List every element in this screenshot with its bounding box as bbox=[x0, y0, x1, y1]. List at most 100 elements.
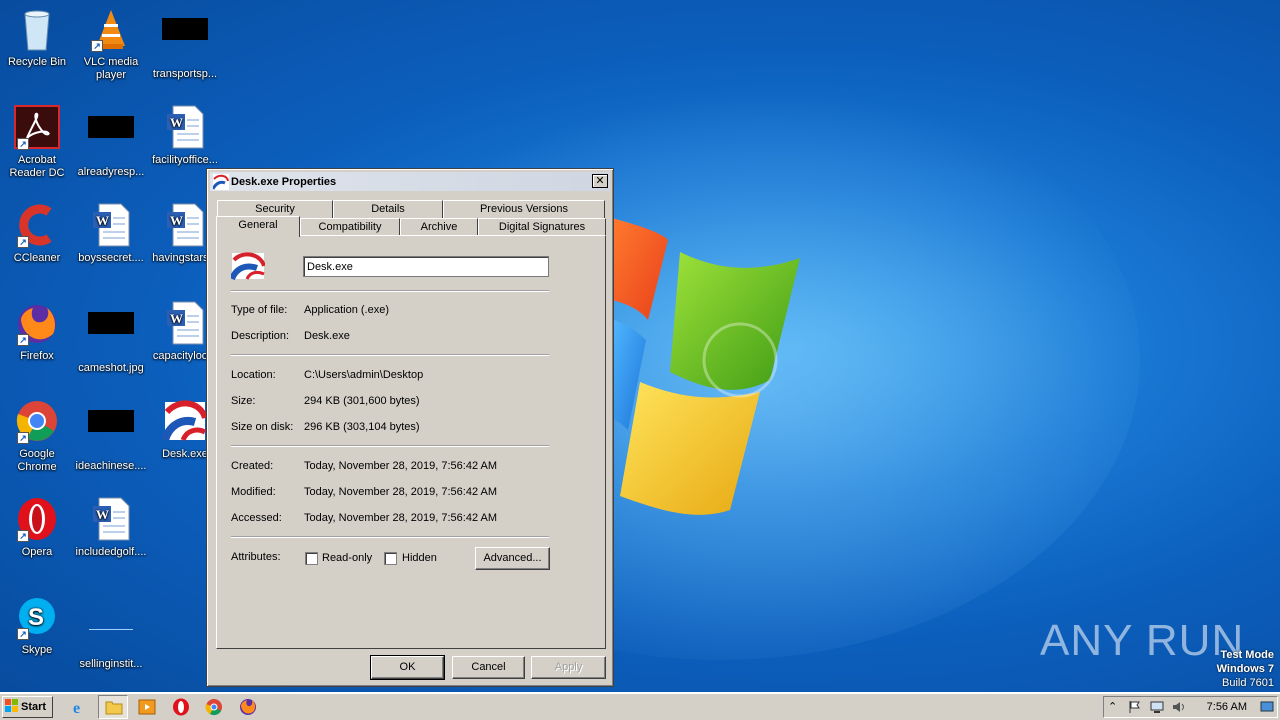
desk-exe-icon bbox=[231, 252, 265, 280]
desk-exe-icon bbox=[213, 173, 229, 190]
apply-button[interactable]: Apply bbox=[531, 656, 606, 679]
svg-text:e: e bbox=[73, 700, 80, 716]
desktop-icon-ideachinese[interactable]: ideachinese.... bbox=[74, 398, 148, 473]
volume-icon[interactable] bbox=[1172, 700, 1186, 714]
anyrun-watermark: ANY RUN bbox=[1040, 616, 1245, 665]
shortcut-arrow-icon: ↗ bbox=[17, 236, 29, 248]
desktop-icon-label: includedgolf.... bbox=[75, 546, 147, 558]
desktop-icon-chrome[interactable]: ↗ Google Chrome bbox=[0, 398, 74, 474]
desktop-icon-label: boyssecret.... bbox=[78, 252, 144, 264]
shortcut-arrow-icon: ↗ bbox=[17, 334, 29, 346]
desktop-icon-vlc[interactable]: ↗ VLC media player bbox=[74, 6, 148, 82]
separator bbox=[231, 354, 549, 356]
desktop-icon-label: Recycle Bin bbox=[7, 56, 67, 68]
accessed-label: Accessed: bbox=[231, 512, 282, 524]
hidden-checkbox[interactable] bbox=[384, 552, 397, 565]
advanced-button[interactable]: Advanced... bbox=[475, 547, 550, 570]
word-document-icon: W bbox=[167, 301, 204, 345]
ok-button[interactable]: OK bbox=[370, 655, 445, 680]
desktop-icon-transportsp[interactable]: transportsp... bbox=[148, 6, 222, 81]
general-tab-panel: Type of file: Application (.exe) Descrip… bbox=[216, 235, 606, 649]
desktop-icon-label: alreadyresp... bbox=[77, 166, 145, 178]
chrome-icon[interactable] bbox=[205, 698, 223, 716]
taskbar-active-explorer-button[interactable] bbox=[98, 695, 128, 719]
start-label: Start bbox=[21, 701, 47, 713]
firefox-icon[interactable] bbox=[239, 698, 257, 716]
readonly-checkbox[interactable] bbox=[305, 552, 318, 565]
modified-label: Modified: bbox=[231, 486, 276, 498]
svg-text:W: W bbox=[170, 115, 183, 130]
tab-archive[interactable]: Archive bbox=[400, 218, 478, 236]
windows-flag-icon bbox=[5, 699, 18, 712]
desktop-icon-recycle-bin[interactable]: Recycle Bin bbox=[0, 6, 74, 69]
separator bbox=[231, 290, 549, 292]
blank-thumbnail bbox=[89, 608, 133, 630]
desktop-icon-alreadyresp[interactable]: alreadyresp... bbox=[74, 104, 148, 179]
black-thumbnail bbox=[88, 116, 134, 138]
network-icon[interactable] bbox=[1150, 700, 1164, 714]
desktop-icon-sellinginstit[interactable]: sellinginstit... bbox=[74, 594, 148, 671]
show-desktop-icon[interactable] bbox=[1260, 700, 1274, 714]
description-label: Description: bbox=[231, 330, 290, 342]
file-name-field[interactable] bbox=[303, 256, 549, 277]
word-document-icon: W bbox=[93, 497, 130, 541]
location-label: Location: bbox=[231, 369, 276, 381]
tab-previous-versions[interactable]: Previous Versions bbox=[443, 200, 605, 218]
desktop-icon-includedgolf[interactable]: W includedgolf.... bbox=[74, 496, 148, 559]
test-mode-line: Test Mode bbox=[1220, 649, 1274, 661]
desktop-icon-acrobat[interactable]: ↗ Acrobat Reader DC bbox=[0, 104, 74, 180]
opera-icon[interactable] bbox=[172, 698, 190, 716]
desktop-icon-label: Google Chrome bbox=[17, 448, 57, 473]
start-button[interactable]: Start bbox=[2, 696, 53, 718]
svg-text:W: W bbox=[170, 311, 183, 326]
attributes-label: Attributes: bbox=[231, 551, 281, 563]
accessed-value: Today, November 28, 2019, 7:56:42 AM bbox=[304, 512, 498, 524]
created-label: Created: bbox=[231, 460, 274, 472]
black-thumbnail bbox=[88, 410, 134, 432]
desktop-icon-label: cameshot.jpg bbox=[78, 362, 144, 374]
properties-dialog: Desk.exe Properties ✕ Security Details P… bbox=[206, 168, 614, 687]
shortcut-arrow-icon: ↗ bbox=[17, 628, 29, 640]
tab-general[interactable]: General bbox=[216, 216, 300, 237]
svg-text:S: S bbox=[28, 604, 44, 631]
desktop-icon-skype[interactable]: S ↗ Skype bbox=[0, 594, 74, 657]
desktop-icon-ccleaner[interactable]: ↗ CCleaner bbox=[0, 202, 74, 265]
hidden-label[interactable]: Hidden bbox=[402, 552, 437, 564]
word-document-icon: W bbox=[93, 203, 130, 247]
close-button[interactable]: ✕ bbox=[592, 174, 608, 188]
desktop-icon-facilityoffice[interactable]: W facilityoffice... bbox=[148, 104, 222, 167]
svg-text:W: W bbox=[170, 213, 183, 228]
recycle-bin-icon bbox=[24, 10, 50, 51]
media-player-icon[interactable] bbox=[138, 698, 156, 716]
desk-exe-icon bbox=[161, 400, 208, 442]
internet-explorer-icon[interactable]: e bbox=[71, 698, 89, 716]
tab-digital-signatures[interactable]: Digital Signatures bbox=[478, 218, 606, 236]
tab-details[interactable]: Details bbox=[333, 200, 443, 218]
word-document-icon: W bbox=[167, 105, 204, 149]
shortcut-arrow-icon: ↗ bbox=[17, 138, 29, 150]
desktop-icon-boyssecret[interactable]: W boyssecret.... bbox=[74, 202, 148, 265]
size-value: 294 KB (301,600 bytes) bbox=[304, 395, 420, 407]
show-hidden-icons-icon[interactable]: ⌃ bbox=[1108, 700, 1122, 714]
desktop-icon-label: transportsp... bbox=[152, 68, 218, 80]
desktop-icon-label: facilityoffice... bbox=[152, 154, 218, 166]
action-center-flag-icon[interactable] bbox=[1128, 700, 1142, 714]
size-on-disk-label: Size on disk: bbox=[231, 421, 294, 433]
desktop-icon-label: Skype bbox=[21, 644, 53, 656]
tab-compatibility[interactable]: Compatibility bbox=[300, 218, 400, 236]
desktop-icon-opera[interactable]: ↗ Opera bbox=[0, 496, 74, 559]
desktop-icon-label: Firefox bbox=[20, 350, 54, 362]
taskbar: Start e ⌃ 7:56 AM bbox=[0, 692, 1280, 720]
svg-text:W: W bbox=[96, 507, 109, 522]
desktop-icon-cameshot[interactable]: cameshot.jpg bbox=[74, 300, 148, 375]
separator bbox=[231, 445, 549, 447]
desktop-icon-firefox[interactable]: ↗ Firefox bbox=[0, 300, 74, 363]
cancel-button[interactable]: Cancel bbox=[452, 656, 525, 679]
clock[interactable]: 7:56 AM bbox=[1207, 701, 1247, 713]
dialog-titlebar[interactable]: Desk.exe Properties ✕ bbox=[210, 172, 610, 191]
black-thumbnail bbox=[88, 312, 134, 334]
size-on-disk-value: 296 KB (303,104 bytes) bbox=[304, 421, 420, 433]
modified-value: Today, November 28, 2019, 7:56:42 AM bbox=[304, 486, 498, 498]
readonly-label[interactable]: Read-only bbox=[322, 552, 372, 564]
test-mode-watermark: Test Mode Windows 7 Build 7601 bbox=[1217, 648, 1274, 690]
